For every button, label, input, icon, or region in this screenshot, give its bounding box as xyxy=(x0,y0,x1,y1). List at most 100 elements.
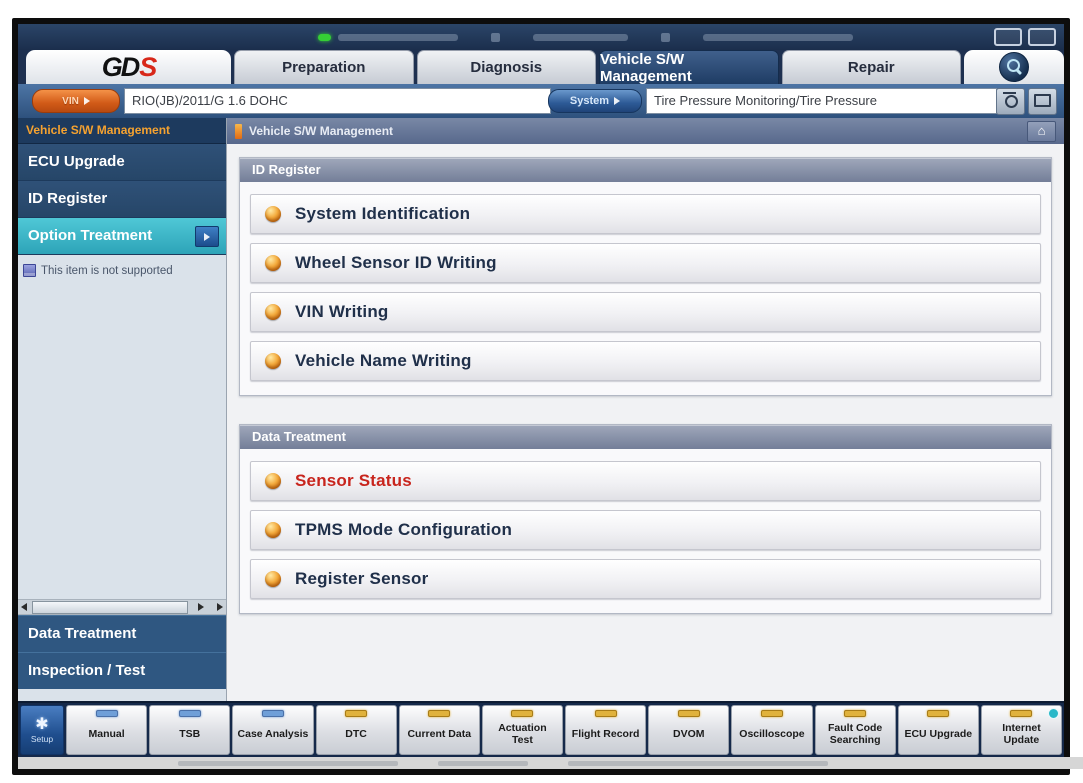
sidebar-item-option-treatment[interactable]: Option Treatment xyxy=(18,218,226,255)
content-header-title: Vehicle S/W Management xyxy=(249,124,1027,138)
status-text-placeholder xyxy=(533,34,628,41)
section-title: ID Register xyxy=(240,158,1051,182)
status-text-placeholder xyxy=(338,34,458,41)
bottom-toolbar: ✱ Setup Manual TSB Case Analysis DTC Cur… xyxy=(18,701,1064,757)
toolbar-button-flight-record[interactable]: Flight Record xyxy=(565,705,646,755)
vin-button[interactable]: VIN xyxy=(32,89,120,113)
tab-preparation[interactable]: Preparation xyxy=(234,50,414,84)
close-icon[interactable] xyxy=(1028,28,1056,46)
sidebar-item-ecu-upgrade[interactable]: ECU Upgrade xyxy=(18,144,226,181)
section-data-treatment: Data Treatment Sensor Status TPMS Mode C… xyxy=(239,424,1052,614)
toolbar-button-ecu-upgrade[interactable]: ECU Upgrade xyxy=(898,705,979,755)
led-indicator xyxy=(179,710,201,717)
led-indicator xyxy=(96,710,118,717)
toolbar-button-dtc[interactable]: DTC xyxy=(316,705,397,755)
content-header: Vehicle S/W Management ⌂ xyxy=(227,118,1064,144)
sidebar: Vehicle S/W Management ECU Upgrade ID Re… xyxy=(18,118,226,701)
menu-item-vehicle-name-writing[interactable]: Vehicle Name Writing xyxy=(250,341,1041,381)
led-indicator xyxy=(262,710,284,717)
bullet-ball-icon xyxy=(265,353,281,369)
info-grid-icon xyxy=(23,264,36,277)
vin-arrow-icon xyxy=(84,97,90,105)
search-tab xyxy=(964,50,1064,84)
menu-item-label: System Identification xyxy=(295,204,470,224)
status-dot-icon xyxy=(318,34,331,41)
bullet-ball-icon xyxy=(265,255,281,271)
expand-arrow-button[interactable] xyxy=(195,226,219,247)
toolbar-button-label: Actuation Test xyxy=(493,714,551,746)
section-id-register: ID Register System Identification Wheel … xyxy=(239,157,1052,396)
toolbar-button-fault-code-searching[interactable]: Fault Code Searching xyxy=(815,705,896,755)
menu-item-label: TPMS Mode Configuration xyxy=(295,520,512,540)
sidebar-bottom-items: Data Treatment Inspection / Test xyxy=(18,615,226,701)
sidebar-item-inspection-test[interactable]: Inspection / Test xyxy=(18,652,226,689)
toolbar-button-label: Current Data xyxy=(407,720,471,740)
toolbar-button-label: ECU Upgrade xyxy=(904,720,972,740)
led-indicator xyxy=(595,710,617,717)
menu-item-label: Vehicle Name Writing xyxy=(295,351,472,371)
tab-diagnosis[interactable]: Diagnosis xyxy=(417,50,597,84)
menu-item-sensor-status[interactable]: Sensor Status xyxy=(250,461,1041,501)
menu-item-system-identification[interactable]: System Identification xyxy=(250,194,1041,234)
toolbar-button-internet-update[interactable]: Internet Update xyxy=(981,705,1062,755)
tab-vehicle-sw-management[interactable]: Vehicle S/W Management xyxy=(599,50,779,84)
bottom-status-strip xyxy=(18,757,1083,769)
setup-button-label: Setup xyxy=(31,734,53,744)
menu-item-vin-writing[interactable]: VIN Writing xyxy=(250,292,1041,332)
header-marker-icon xyxy=(235,124,242,139)
gds-app-window: GDS Preparation Diagnosis Vehicle S/W Ma… xyxy=(12,18,1070,775)
led-indicator xyxy=(927,710,949,717)
menu-item-wheel-sensor-id-writing[interactable]: Wheel Sensor ID Writing xyxy=(250,243,1041,283)
toolbar-button-label: Internet Update xyxy=(992,714,1050,746)
bullet-ball-icon xyxy=(265,206,281,222)
status-icon-placeholder xyxy=(661,33,670,42)
gds-logo: GDS xyxy=(26,50,231,84)
setup-button[interactable]: ✱ Setup xyxy=(20,705,64,755)
bullet-ball-icon xyxy=(265,571,281,587)
scroll-right-icon[interactable] xyxy=(198,603,204,611)
minimize-icon[interactable] xyxy=(994,28,1022,46)
led-indicator xyxy=(678,710,700,717)
toolbar-button-label: Case Analysis xyxy=(238,720,309,740)
sidebar-item-data-treatment[interactable]: Data Treatment xyxy=(18,615,226,652)
scroll-left-icon[interactable] xyxy=(21,603,27,611)
notice-text: This item is not supported xyxy=(41,265,173,277)
toolbar-button-actuation-test[interactable]: Actuation Test xyxy=(482,705,563,755)
led-indicator xyxy=(428,710,450,717)
menu-item-tpms-mode-configuration[interactable]: TPMS Mode Configuration xyxy=(250,510,1041,550)
screen-view-button[interactable] xyxy=(1028,88,1057,115)
menu-item-label: Register Sensor xyxy=(295,569,428,589)
main-nav-tabs: GDS Preparation Diagnosis Vehicle S/W Ma… xyxy=(18,50,1064,84)
status-icon-placeholder xyxy=(491,33,500,42)
sidebar-notice: This item is not supported xyxy=(18,255,226,277)
gear-icon: ✱ xyxy=(35,717,48,733)
capture-icon[interactable]: ⌂ xyxy=(1027,121,1056,142)
scrollbar-thumb[interactable] xyxy=(32,601,188,614)
system-button[interactable]: System xyxy=(548,89,642,113)
menu-item-label: VIN Writing xyxy=(295,302,389,322)
section-title: Data Treatment xyxy=(240,425,1051,449)
toolbar-button-tsb[interactable]: TSB xyxy=(149,705,230,755)
bullet-ball-icon xyxy=(265,304,281,320)
toolbar-button-manual[interactable]: Manual xyxy=(66,705,147,755)
status-bar xyxy=(18,24,1064,50)
system-field[interactable]: Tire Pressure Monitoring/Tire Pressure xyxy=(646,88,997,114)
toolbar-button-case-analysis[interactable]: Case Analysis xyxy=(232,705,313,755)
sidebar-item-id-register[interactable]: ID Register xyxy=(18,181,226,218)
scroll-right-edge-icon[interactable] xyxy=(217,603,223,611)
logo-gd: GD xyxy=(102,52,139,82)
toolbar-button-label: Flight Record xyxy=(572,720,640,740)
vin-button-label: VIN xyxy=(62,96,79,107)
led-indicator xyxy=(761,710,783,717)
search-icon[interactable] xyxy=(999,52,1029,82)
toolbar-button-dvom[interactable]: DVOM xyxy=(648,705,729,755)
sidebar-horizontal-scrollbar[interactable] xyxy=(18,599,226,615)
logo-s: S xyxy=(139,52,155,82)
menu-item-register-sensor[interactable]: Register Sensor xyxy=(250,559,1041,599)
tab-repair[interactable]: Repair xyxy=(782,50,962,84)
sidebar-item-label: Option Treatment xyxy=(28,227,152,244)
vehicle-field[interactable]: RIO(JB)/2011/G 1.6 DOHC xyxy=(124,88,551,114)
camera-button[interactable] xyxy=(996,88,1025,115)
toolbar-button-current-data[interactable]: Current Data xyxy=(399,705,480,755)
toolbar-button-oscilloscope[interactable]: Oscilloscope xyxy=(731,705,812,755)
